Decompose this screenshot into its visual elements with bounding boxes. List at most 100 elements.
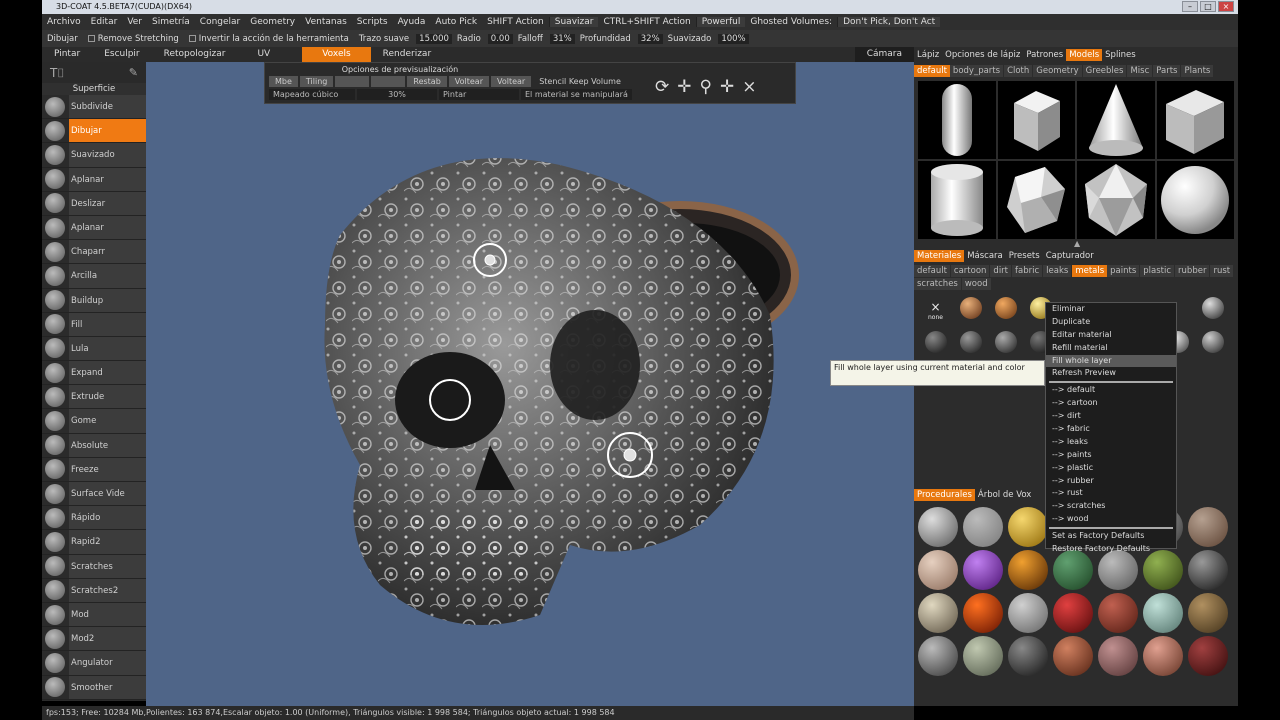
minimize-button[interactable]: –: [1182, 1, 1198, 12]
close-icon[interactable]: ×: [742, 77, 756, 97]
sphere-model[interactable]: [1156, 161, 1234, 239]
ctx-move-leaks[interactable]: --> leaks: [1046, 436, 1176, 449]
menu-archivo[interactable]: Archivo: [42, 17, 86, 27]
invert-action-toggle[interactable]: Invertir la acción de la herramienta: [184, 34, 354, 44]
procedural-material[interactable]: [1188, 636, 1228, 676]
tab-capturador[interactable]: Capturador: [1043, 250, 1097, 262]
ctx-move-paints[interactable]: --> paints: [1046, 449, 1176, 462]
rotate-icon[interactable]: ⟳: [655, 77, 669, 97]
material-dark-metal[interactable]: [960, 331, 982, 353]
mat-cat-wood[interactable]: wood: [961, 278, 991, 290]
tab-opciones-lapiz[interactable]: Opciones de lápiz: [942, 49, 1023, 61]
material-copper[interactable]: [960, 297, 982, 319]
tool-item[interactable]: Chaparr: [42, 240, 146, 265]
ctx-move-rust[interactable]: --> rust: [1046, 487, 1176, 500]
tool-item[interactable]: Freeze: [42, 457, 146, 482]
procedural-material[interactable]: [963, 550, 1003, 590]
ctx-duplicate[interactable]: Duplicate: [1046, 316, 1176, 329]
procedural-material[interactable]: [1098, 550, 1138, 590]
suavizado-input[interactable]: 100%: [718, 33, 749, 44]
procedural-material[interactable]: [1188, 593, 1228, 633]
material-mode-select[interactable]: El material se manipulará: [521, 89, 632, 100]
model-cat-body-parts[interactable]: body_parts: [949, 65, 1004, 77]
mat-cat-metals[interactable]: metals: [1072, 265, 1108, 277]
model-cat-greebles[interactable]: Greebles: [1082, 65, 1127, 77]
tool-item[interactable]: Expand: [42, 361, 146, 386]
tool-item[interactable]: Deslizar: [42, 191, 146, 216]
tab-patrones[interactable]: Patrones: [1023, 49, 1066, 61]
tool-group-header[interactable]: Superficie: [42, 83, 146, 95]
procedural-material[interactable]: [1098, 636, 1138, 676]
remove-stretching-toggle[interactable]: Remove Stretching: [83, 34, 184, 44]
tool-item[interactable]: Rapid2: [42, 530, 146, 555]
procedural-material[interactable]: [1053, 593, 1093, 633]
ctx-move-cartoon[interactable]: --> cartoon: [1046, 397, 1176, 410]
radio-input[interactable]: 0.00: [487, 33, 513, 44]
tab-splines[interactable]: Splines: [1102, 49, 1139, 61]
ctx-move-fabric[interactable]: --> fabric: [1046, 423, 1176, 436]
ctx-restore-factory-defaults[interactable]: Restore Factory Defaults: [1046, 543, 1176, 556]
brush-icon[interactable]: ✎: [129, 66, 138, 79]
trazo-suave-input[interactable]: 15.000: [416, 33, 452, 44]
rounded-cube-model[interactable]: [1156, 81, 1234, 159]
procedural-material[interactable]: [1188, 550, 1228, 590]
procedural-material[interactable]: [1008, 550, 1048, 590]
none-material[interactable]: × none: [928, 301, 943, 322]
model-cat-cloth[interactable]: Cloth: [1004, 65, 1033, 77]
menu-ventanas[interactable]: Ventanas: [300, 17, 352, 27]
mat-cat-fabric[interactable]: fabric: [1012, 265, 1043, 277]
tab-models[interactable]: Models: [1066, 49, 1103, 61]
menu-geometry[interactable]: Geometry: [245, 17, 300, 27]
ctx-move-default[interactable]: --> default: [1046, 384, 1176, 397]
maximize-button[interactable]: □: [1200, 1, 1216, 12]
preview-btn-empty1[interactable]: [335, 76, 370, 87]
material-dark-metal[interactable]: [995, 331, 1017, 353]
autopick-toggle[interactable]: Auto Pick: [430, 17, 482, 27]
tool-item[interactable]: Mod2: [42, 627, 146, 652]
menu-congelar[interactable]: Congelar: [195, 17, 245, 27]
ghosted-volumes-select[interactable]: Don't Pick, Don't Act: [837, 17, 941, 27]
shift-action-select[interactable]: Suavizar: [548, 17, 599, 27]
stencil-keep-volume-toggle[interactable]: Stencil Keep Volume: [533, 76, 627, 87]
move-icon[interactable]: ✛: [720, 77, 734, 97]
preview-btn-voltear2[interactable]: Voltear: [491, 76, 532, 87]
procedural-material[interactable]: [963, 593, 1003, 633]
falloff-input[interactable]: 31%: [549, 33, 575, 44]
tool-item[interactable]: Gome: [42, 409, 146, 434]
preview-btn-tiling[interactable]: Tiling: [299, 76, 334, 87]
tab-lapiz[interactable]: Lápiz: [914, 49, 942, 61]
scroll-down-icon[interactable]: ▲: [1074, 239, 1080, 248]
tab-voxels[interactable]: Voxels: [302, 47, 371, 62]
preview-btn-mbe[interactable]: Mbe: [269, 76, 298, 87]
mat-cat-default[interactable]: default: [914, 265, 950, 277]
mat-cat-paints[interactable]: paints: [1107, 265, 1140, 277]
cube-model[interactable]: [997, 81, 1075, 159]
preview-percent-input[interactable]: 30%: [357, 89, 437, 100]
ctx-eliminar[interactable]: Eliminar: [1046, 303, 1176, 316]
tool-item[interactable]: Extrude: [42, 385, 146, 410]
procedural-material[interactable]: [1143, 593, 1183, 633]
tab-pintar[interactable]: Pintar: [42, 47, 92, 62]
ctx-move-rubber[interactable]: --> rubber: [1046, 475, 1176, 488]
procedural-material[interactable]: [1098, 593, 1138, 633]
tool-item[interactable]: Lula: [42, 336, 146, 362]
icosahedron-model[interactable]: [1077, 161, 1155, 239]
procedural-material[interactable]: [1008, 593, 1048, 633]
mat-cat-cartoon[interactable]: cartoon: [950, 265, 990, 277]
tab-arbol-vox[interactable]: Árbol de Vox: [975, 489, 1034, 501]
material-steel[interactable]: [1202, 297, 1224, 319]
tool-item[interactable]: Suavizado: [42, 143, 146, 168]
tool-item[interactable]: Angulator: [42, 651, 146, 676]
procedural-material[interactable]: [918, 636, 958, 676]
procedural-material[interactable]: [1053, 636, 1093, 676]
tool-item[interactable]: Absolute: [42, 433, 146, 458]
mat-cat-rubber[interactable]: rubber: [1175, 265, 1210, 277]
tab-procedurales[interactable]: Procedurales: [914, 489, 975, 501]
dodecahedron-model[interactable]: [997, 161, 1075, 239]
procedural-material[interactable]: [1188, 507, 1228, 547]
menu-ver[interactable]: Ver: [122, 17, 147, 27]
tool-item[interactable]: Aplanar: [42, 167, 146, 192]
tool-item[interactable]: Aplanar: [42, 215, 146, 241]
material-bronze[interactable]: [995, 297, 1017, 319]
cylinder-model[interactable]: [918, 161, 996, 239]
